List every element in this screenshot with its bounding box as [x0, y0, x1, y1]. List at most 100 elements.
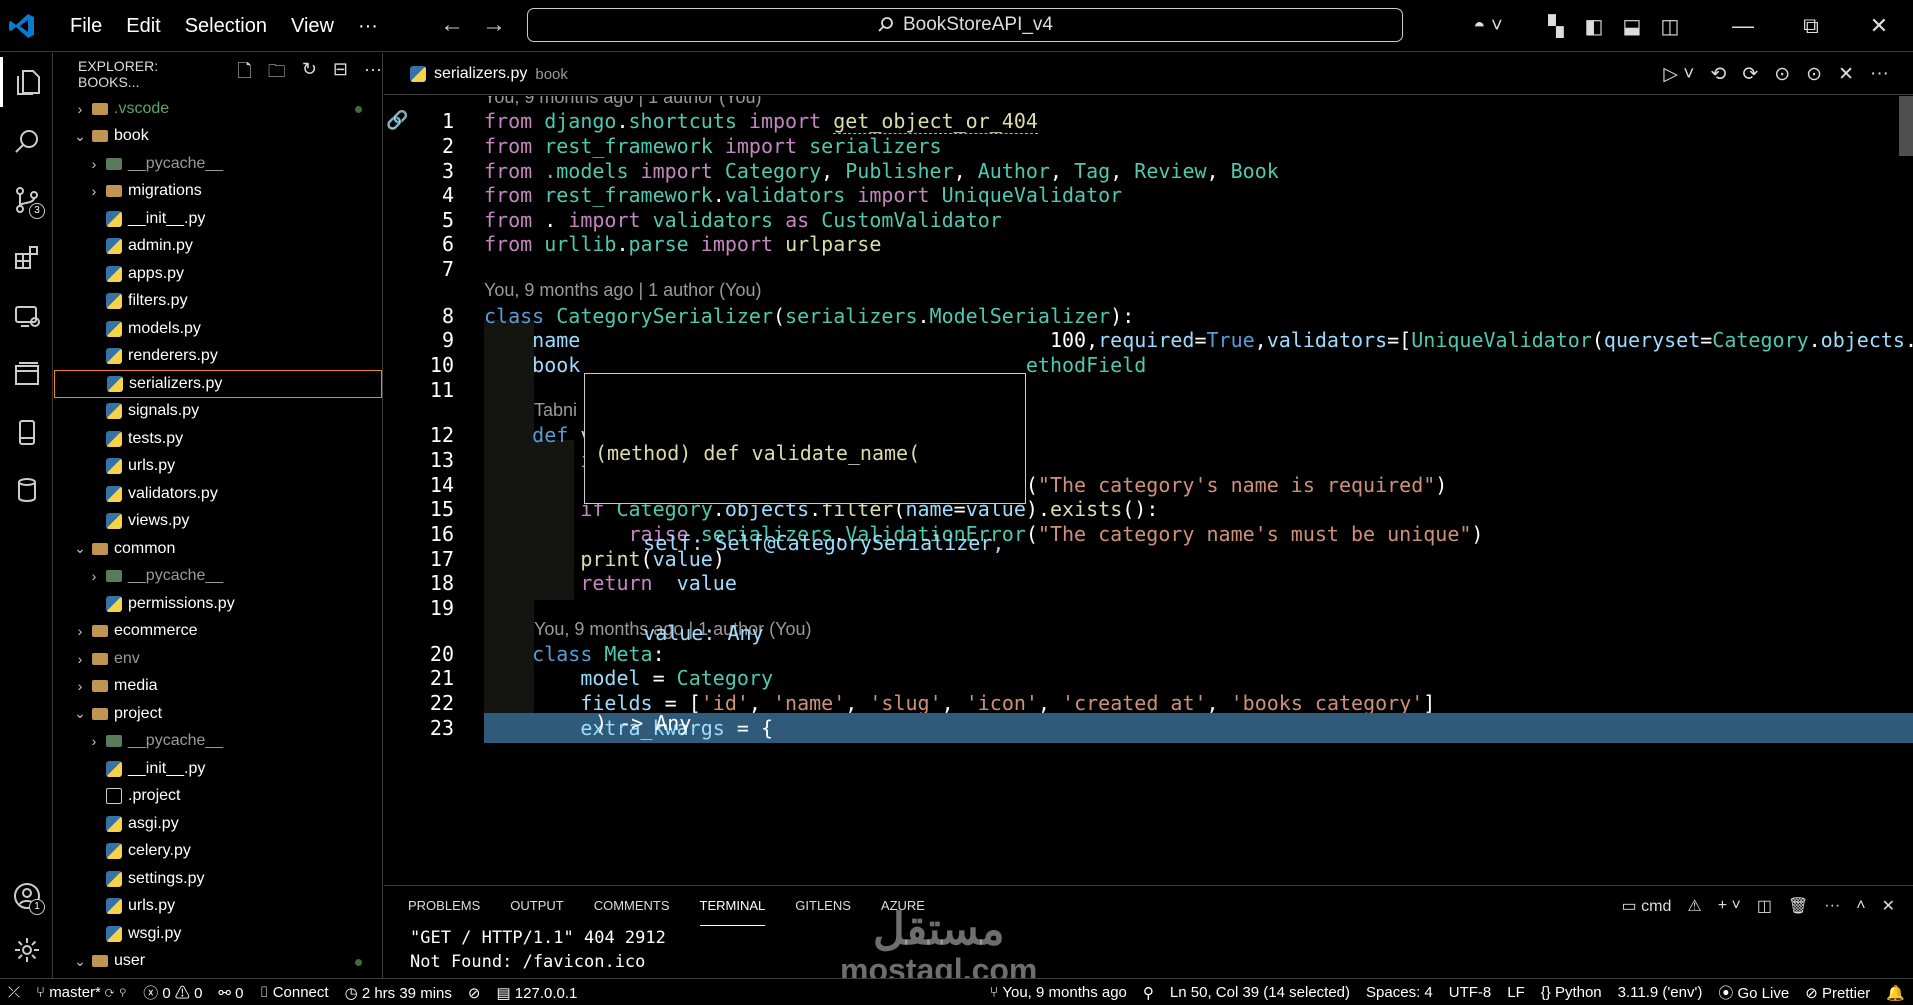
language-status[interactable]: {} Python	[1533, 984, 1610, 1001]
interpreter-status[interactable]: 3.11.9 ('env')	[1610, 984, 1711, 1001]
toggle-panel-icon[interactable]: ⬓	[1613, 14, 1651, 39]
new-terminal-icon[interactable]: + ˅	[1718, 897, 1741, 915]
notifications-icon[interactable]: 🔔	[1878, 984, 1913, 1002]
more-actions-icon[interactable]: ···	[1870, 63, 1889, 85]
close-window-icon[interactable]: ✕	[1845, 13, 1913, 39]
tree-item[interactable]: filters.py	[54, 288, 382, 316]
remote-explorer-activity[interactable]	[0, 291, 53, 341]
blame-status[interactable]: ⑂ You, 9 months ago	[981, 984, 1134, 1001]
tree-item[interactable]: apps.py	[54, 260, 382, 288]
tree-item[interactable]: wsgi.py	[54, 920, 382, 948]
menu-file[interactable]: File	[58, 15, 114, 38]
tab-output[interactable]: OUTPUT	[510, 886, 563, 926]
accounts-activity[interactable]: 1	[0, 871, 53, 921]
device-activity[interactable]	[0, 407, 53, 457]
tree-item[interactable]: __init__.py	[54, 205, 382, 233]
tree-item[interactable]: › __pycache__	[54, 563, 382, 591]
tree-item[interactable]: ⌄ user	[54, 948, 382, 976]
tree-item[interactable]: tests.py	[54, 425, 382, 453]
problems-status[interactable]: ⓧ 0 ⚠ 0	[135, 982, 210, 1003]
tree-item[interactable]: › __pycache__	[54, 728, 382, 756]
maximize-panel-icon[interactable]: ˄	[1856, 897, 1865, 915]
prettier-status[interactable]: ⊘ Prettier	[1797, 984, 1878, 1002]
collapse-all-icon[interactable]: ⊟	[333, 59, 348, 89]
menu-view[interactable]: View	[279, 15, 346, 38]
menu-edit[interactable]: Edit	[114, 15, 172, 38]
toggle-secondary-sidebar-icon[interactable]: ◫	[1651, 14, 1689, 39]
tree-item[interactable]: models.py	[54, 315, 382, 343]
indentation-status[interactable]: Spaces: 4	[1358, 984, 1441, 1001]
tree-item[interactable]: asgi.py	[54, 810, 382, 838]
golive-status[interactable]: ⦿ Go Live	[1710, 982, 1797, 1003]
restore-icon[interactable]: ⧉	[1777, 13, 1845, 39]
branch-status[interactable]: ⑂ master* ⟳ ⚲	[28, 984, 135, 1001]
server-status[interactable]: ▤ 127.0.0.1	[488, 984, 585, 1002]
forward-arrow-icon[interactable]: →	[482, 12, 506, 38]
menu-more[interactable]: ···	[346, 15, 390, 38]
terminal-shell[interactable]: ▭ cmd	[1622, 896, 1672, 916]
tree-item[interactable]: signals.py	[54, 398, 382, 426]
tree-item[interactable]: .project	[54, 783, 382, 811]
tab-terminal[interactable]: TERMINAL	[699, 886, 766, 926]
search-activity[interactable]	[0, 117, 53, 167]
tab-comments[interactable]: COMMENTS	[594, 886, 670, 926]
tree-item[interactable]: validators.py	[54, 480, 382, 508]
new-folder-icon[interactable]: 🗀	[268, 59, 286, 89]
tree-item[interactable]: ⌄ common	[54, 535, 382, 563]
tab-problems[interactable]: PROBLEMS	[408, 886, 480, 926]
tree-item[interactable]: › media	[54, 673, 382, 701]
more-icon[interactable]: ···	[1824, 897, 1840, 915]
tree-item[interactable]: urls.py	[54, 453, 382, 481]
customize-layout-icon[interactable]: ▚	[1537, 14, 1575, 39]
previous-change-icon[interactable]: ⊙	[1774, 63, 1790, 86]
trash-icon[interactable]: 🗑	[1788, 896, 1808, 916]
tree-item[interactable]: › .vscode	[54, 95, 382, 123]
explorer-activity[interactable]	[0, 57, 53, 107]
close-panel-icon[interactable]: ✕	[1882, 896, 1895, 916]
tree-item[interactable]: permissions.py	[54, 590, 382, 618]
tree-item[interactable]: › __pycache__	[54, 150, 382, 178]
eol-status[interactable]: LF	[1499, 984, 1533, 1001]
panels-activity[interactable]	[0, 349, 53, 399]
toggle-primary-sidebar-icon[interactable]: ◧	[1575, 14, 1613, 39]
tab-serializers[interactable]: serializers.py book	[410, 53, 568, 95]
timeline-icon[interactable]: ⟲	[1710, 63, 1726, 86]
menu-selection[interactable]: Selection	[173, 15, 279, 38]
tree-item[interactable]: admin.py	[54, 233, 382, 261]
tree-item[interactable]: __init__.py	[54, 755, 382, 783]
tabnine-icon[interactable]: ⊘	[460, 984, 489, 1002]
tree-item[interactable]: serializers.py	[54, 370, 382, 398]
source-control-activity[interactable]: 3	[0, 175, 53, 225]
database-activity[interactable]	[0, 465, 53, 515]
new-file-icon[interactable]: 🗋	[237, 59, 251, 89]
back-arrow-icon[interactable]: ←	[440, 12, 464, 38]
extensions-activity[interactable]	[0, 233, 53, 283]
manage-activity[interactable]	[0, 925, 53, 975]
command-center-search[interactable]: BookStoreAPI_v4	[527, 8, 1403, 42]
editor-scrollbar[interactable]	[1899, 96, 1913, 156]
connect-status[interactable]: ⌷ Connect	[252, 984, 337, 1001]
tree-item[interactable]: urls.py	[54, 893, 382, 921]
refresh-icon[interactable]: ↻	[302, 59, 317, 89]
minimize-icon[interactable]: —	[1709, 13, 1777, 39]
remote-indicator-icon[interactable]: ⤫	[0, 984, 28, 1001]
run-icon[interactable]: ▷ ˅	[1663, 63, 1694, 86]
close-editor-icon[interactable]: ✕	[1838, 63, 1854, 86]
tree-item[interactable]: settings.py	[54, 865, 382, 893]
zoom-icon[interactable]: ⚲	[1135, 984, 1162, 1002]
next-change-icon[interactable]: ⊙	[1806, 63, 1822, 86]
time-tracker[interactable]: ◷ 2 hrs 39 mins	[337, 984, 460, 1002]
cursor-position[interactable]: Ln 50, Col 39 (14 selected)	[1162, 984, 1358, 1001]
copilot-icon[interactable]: ◓ ˅	[1469, 15, 1507, 38]
tree-item[interactable]: celery.py	[54, 838, 382, 866]
tree-item[interactable]: views.py	[54, 508, 382, 536]
tree-item[interactable]: renderers.py	[54, 343, 382, 371]
ports-status[interactable]: ⚯ 0	[210, 984, 251, 1002]
terminal-output[interactable]: "GET / HTTP/1.1" 404 2912 Not Found: /fa…	[384, 926, 1913, 974]
more-icon[interactable]: ···	[364, 59, 382, 89]
tree-item[interactable]: › ecommerce	[54, 618, 382, 646]
warning-icon[interactable]: ⚠	[1687, 896, 1701, 916]
tree-item[interactable]: › env	[54, 645, 382, 673]
split-terminal-icon[interactable]: ◫	[1757, 896, 1772, 916]
tree-item[interactable]: ⌄ project	[54, 700, 382, 728]
